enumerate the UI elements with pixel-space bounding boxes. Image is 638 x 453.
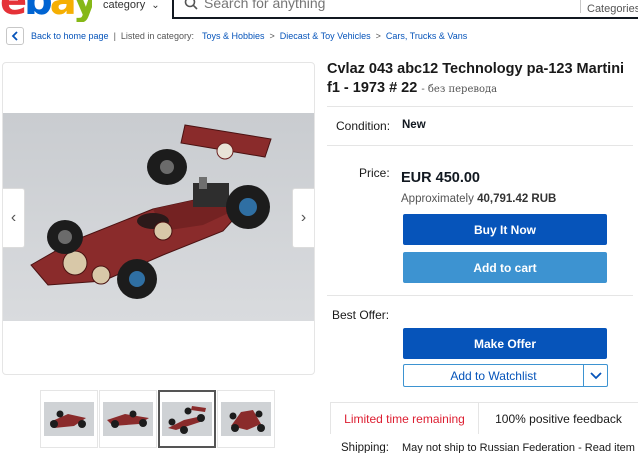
breadcrumb: Back to home page | Listed in category: … [6,26,467,46]
best-offer-label: Best Offer: [332,308,390,322]
watchlist-control: Add to Watchlist [403,364,608,387]
back-button[interactable] [6,27,24,45]
breadcrumb-divider: | [113,31,116,41]
shipping-value: May not ship to Russian Federation - Rea… [402,442,635,453]
approx-prefix: Approximately [401,193,474,205]
category-label: category [103,0,146,11]
thumbnail[interactable] [217,390,275,448]
thumbnail-strip [40,390,275,448]
chevron-right-icon: › [300,209,307,226]
divider [327,295,633,296]
approx-price: Approximately 40,791.42 RUB [401,193,556,205]
breadcrumb-item[interactable]: Toys & Hobbies [202,31,265,41]
divider [327,106,633,107]
condition-value: New [402,119,426,131]
buy-it-now-button[interactable]: Buy It Now [403,214,607,245]
next-image-button[interactable]: › [292,188,314,248]
make-offer-button[interactable]: Make Offer [403,328,607,359]
limited-time-text: Limited time remaining [344,411,465,426]
chevron-left-icon [11,31,18,41]
breadcrumb-chevron: > [269,31,275,41]
positive-feedback-badge: 100% positive feedback [478,402,638,434]
chevron-down-icon [589,371,602,379]
price-value: EUR 450.00 [401,170,480,186]
search-bar: All Categories [172,0,638,19]
ebay-logo[interactable]: ebay [0,0,92,22]
positive-feedback-text: 100% positive feedback [495,411,622,426]
listed-in-label: Listed in category: [120,31,194,41]
shipping-label: Shipping: [341,442,389,453]
shop-by-category-button[interactable]: category ⌄ [103,0,160,16]
add-to-watchlist-button[interactable]: Add to Watchlist [404,365,583,386]
limited-time-badge: Limited time remaining [330,402,478,434]
thumbnail-selected[interactable] [158,390,216,448]
listing-title: Cvlaz 043 abc12 Technology pa-123 Martin… [327,61,625,96]
breadcrumb-item[interactable]: Diecast & Toy Vehicles [280,31,371,41]
image-viewer[interactable]: ‹ › [2,62,315,375]
back-to-home-link[interactable]: Back to home page [31,31,109,41]
thumbnail[interactable] [40,390,98,448]
approx-value: 40,791.42 RUB [477,193,557,205]
watchlist-dropdown-button[interactable] [583,365,607,386]
thumbnail[interactable] [99,390,157,448]
price-label: Price: [359,166,390,180]
translation-note: без перевода [427,84,498,95]
search-input[interactable] [204,0,534,11]
chevron-down-icon: ⌄ [151,0,160,11]
chevron-left-icon: ‹ [10,209,17,226]
product-photo [3,113,314,321]
breadcrumb-chevron: > [375,31,381,41]
search-category-select[interactable]: All Categories [580,0,638,15]
add-to-cart-button[interactable]: Add to cart [403,252,607,283]
divider [327,145,633,146]
breadcrumb-item[interactable]: Cars, Trucks & Vans [386,31,467,41]
previous-image-button[interactable]: ‹ [3,188,25,248]
condition-label: Condition: [336,119,391,133]
search-icon [178,0,204,16]
